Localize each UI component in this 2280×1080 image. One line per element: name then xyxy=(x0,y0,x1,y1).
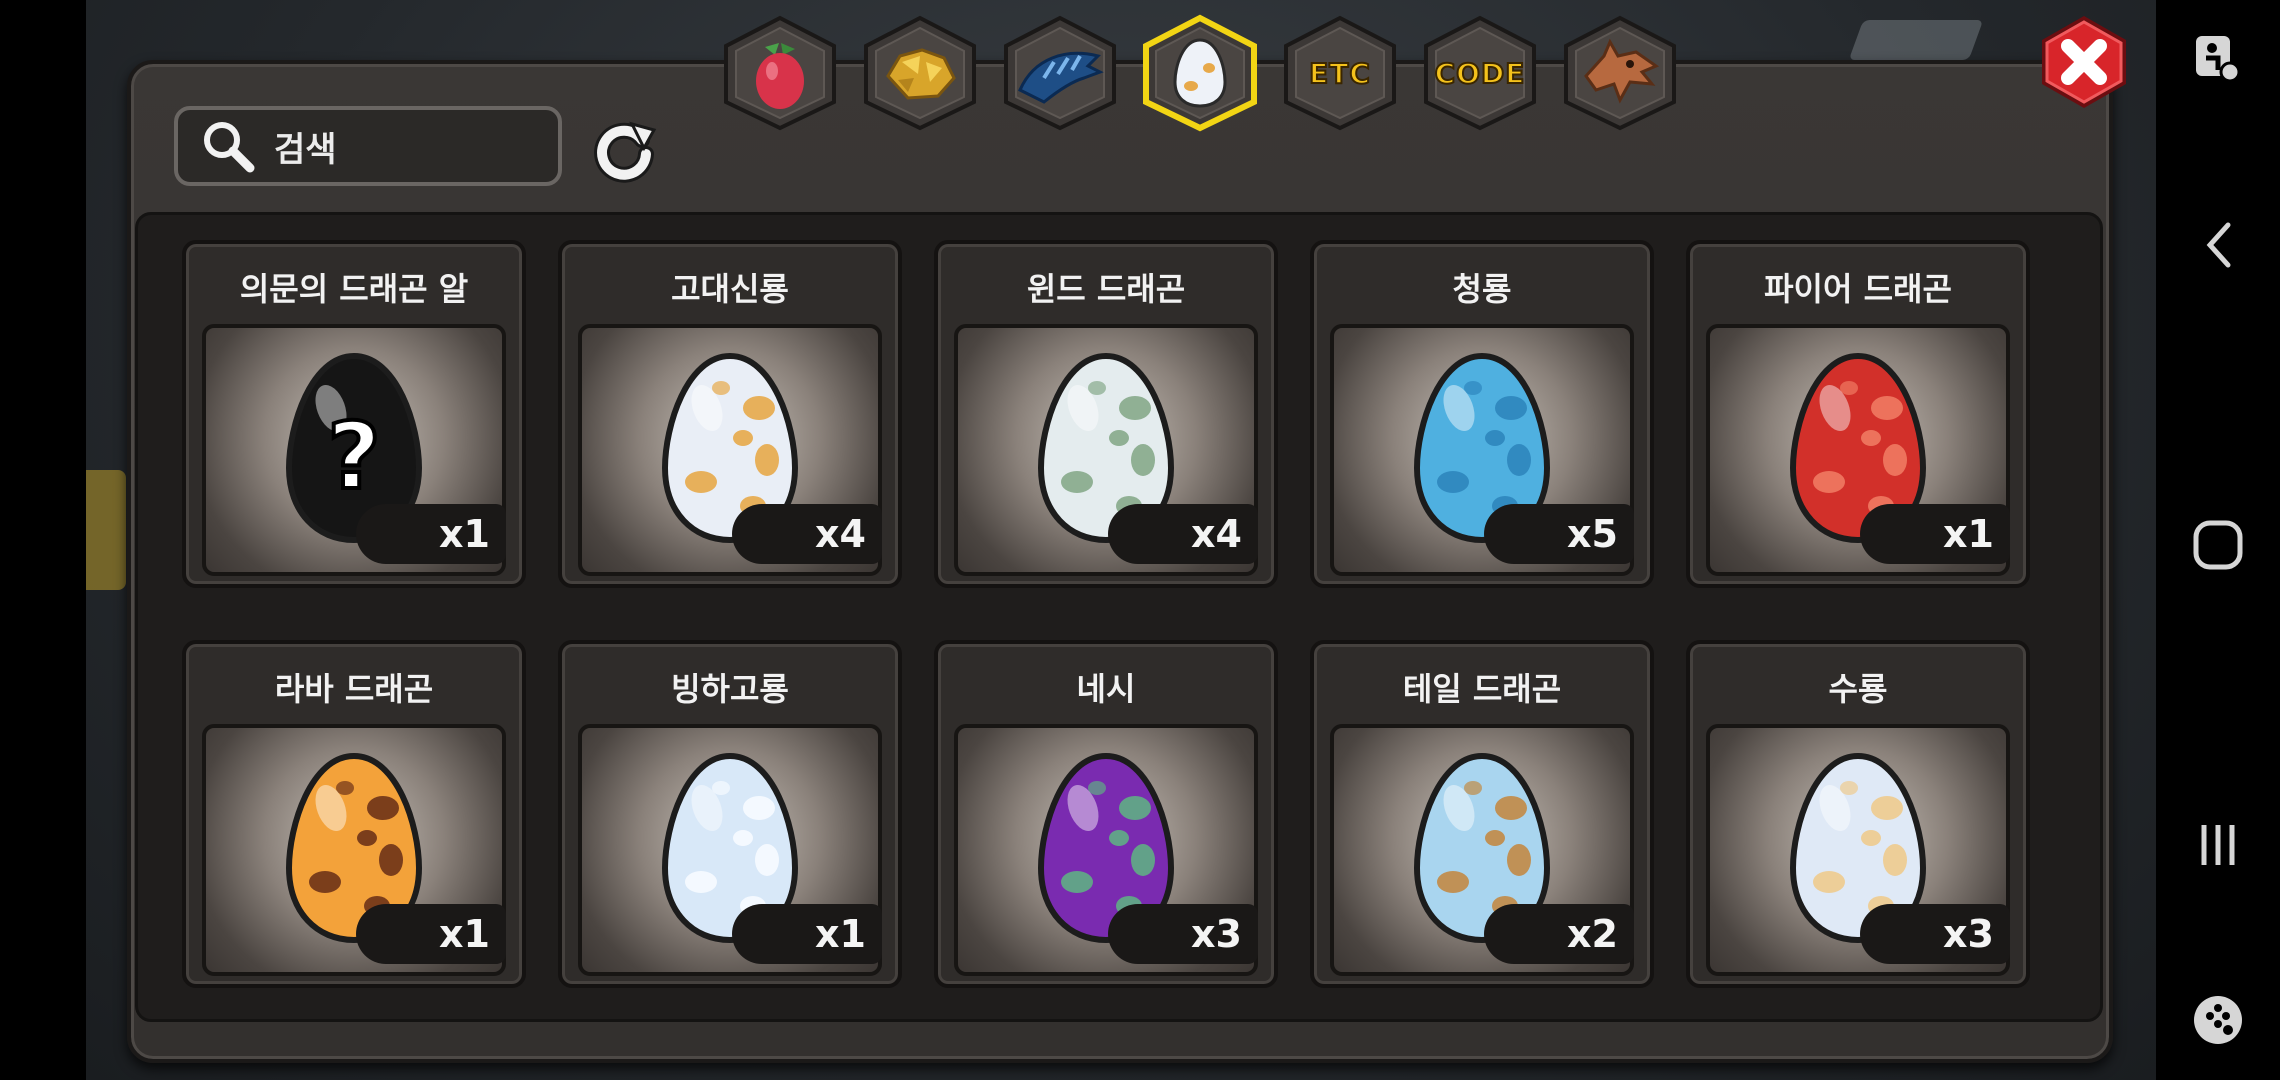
accessibility-icon xyxy=(2196,36,2241,83)
svg-text:?: ? xyxy=(327,403,380,510)
tab-dragon-head[interactable] xyxy=(1560,14,1680,132)
refresh-button[interactable] xyxy=(588,114,660,186)
egg-name: 빙하고룡 xyxy=(671,670,789,708)
egg-name: 네시 xyxy=(1076,670,1136,708)
tab-label: CODE xyxy=(1434,56,1526,91)
tab-gold[interactable] xyxy=(860,14,980,132)
tab-etc[interactable]: ETC xyxy=(1280,14,1400,132)
egg-quantity: x3 xyxy=(1860,904,2010,964)
egg-card[interactable]: 청룡 x5 xyxy=(1310,240,1654,588)
egg-quantity: x3 xyxy=(1108,904,1258,964)
egg-quantity: x4 xyxy=(732,504,882,564)
close-button[interactable] xyxy=(2036,14,2132,110)
tab-fruit[interactable] xyxy=(720,14,840,132)
egg-card[interactable]: 테일 드래곤 x2 xyxy=(1310,640,1654,988)
egg-slot: x3 xyxy=(1706,724,2010,976)
egg-quantity: x1 xyxy=(1860,504,2010,564)
game-tools-icon xyxy=(2194,996,2242,1044)
background-decoration xyxy=(1848,20,1984,60)
gold-nugget-icon xyxy=(860,14,980,132)
fruit-icon xyxy=(720,14,840,132)
egg-name: 수룡 xyxy=(1828,670,1888,708)
egg-name: 의문의 드래곤 알 xyxy=(239,270,469,308)
recents-button[interactable] xyxy=(2156,810,2280,880)
egg-quantity: x1 xyxy=(356,904,506,964)
tab-dragon[interactable] xyxy=(1000,14,1120,132)
home-button[interactable] xyxy=(2156,510,2280,580)
egg-card[interactable]: 라바 드래곤 x1 xyxy=(182,640,526,988)
egg-name: 고대신룡 xyxy=(671,270,789,308)
egg-slot: x4 xyxy=(954,324,1258,576)
egg-name: 테일 드래곤 xyxy=(1402,670,1562,708)
egg-slot: x5 xyxy=(1330,324,1634,576)
egg-quantity: x1 xyxy=(356,504,506,564)
home-icon xyxy=(2193,520,2243,570)
background-decoration xyxy=(86,470,126,590)
egg-name: 라바 드래곤 xyxy=(274,670,434,708)
egg-quantity: x5 xyxy=(1484,504,1634,564)
close-icon xyxy=(2042,16,2126,108)
recents-icon xyxy=(2201,825,2235,865)
egg-grid: 의문의 드래곤 알 ? x1 고대신룡 x4 윈드 드래곤 x4 청룡 x5 파… xyxy=(182,240,2030,988)
egg-icon xyxy=(1140,14,1260,132)
refresh-icon xyxy=(594,121,657,183)
egg-slot: x1 xyxy=(1706,324,2010,576)
egg-quantity: x4 xyxy=(1108,504,1258,564)
search-input[interactable]: 검색 xyxy=(174,106,562,186)
dragon-head-icon xyxy=(1560,14,1680,132)
egg-name: 파이어 드래곤 xyxy=(1764,270,1952,308)
egg-card[interactable]: 윈드 드래곤 x4 xyxy=(934,240,1278,588)
egg-slot: x2 xyxy=(1330,724,1634,976)
egg-slot: x1 xyxy=(202,724,506,976)
egg-card[interactable]: 수룡 x3 xyxy=(1686,640,2030,988)
blue-dragon-icon xyxy=(1000,14,1120,132)
egg-card[interactable]: 네시 x3 xyxy=(934,640,1278,988)
egg-quantity: x2 xyxy=(1484,904,1634,964)
tab-label-wrap: ETC xyxy=(1280,14,1400,132)
egg-card[interactable]: 의문의 드래곤 알 ? x1 xyxy=(182,240,526,588)
egg-name: 윈드 드래곤 xyxy=(1026,270,1186,308)
tab-code[interactable]: CODE xyxy=(1420,14,1540,132)
egg-slot: x3 xyxy=(954,724,1258,976)
system-nav-bar xyxy=(2156,0,2280,1080)
back-icon xyxy=(2206,222,2231,268)
search-icon xyxy=(198,116,258,176)
egg-card[interactable]: 파이어 드래곤 x1 xyxy=(1686,240,2030,588)
accessibility-button[interactable] xyxy=(2156,28,2280,88)
egg-name: 청룡 xyxy=(1452,270,1512,308)
tab-label-wrap: CODE xyxy=(1420,14,1540,132)
tab-egg[interactable] xyxy=(1140,14,1260,132)
egg-slot: ? x1 xyxy=(202,324,506,576)
search-placeholder: 검색 xyxy=(274,129,337,170)
back-button[interactable] xyxy=(2156,210,2280,280)
egg-card[interactable]: 고대신룡 x4 xyxy=(558,240,902,588)
egg-slot: x1 xyxy=(578,724,882,976)
egg-quantity: x1 xyxy=(732,904,882,964)
egg-card[interactable]: 빙하고룡 x1 xyxy=(558,640,902,988)
game-tools-button[interactable] xyxy=(2156,990,2280,1050)
tab-label: ETC xyxy=(1308,56,1371,91)
category-tabs: ETC CODE xyxy=(720,14,1680,140)
egg-slot: x4 xyxy=(578,324,882,576)
